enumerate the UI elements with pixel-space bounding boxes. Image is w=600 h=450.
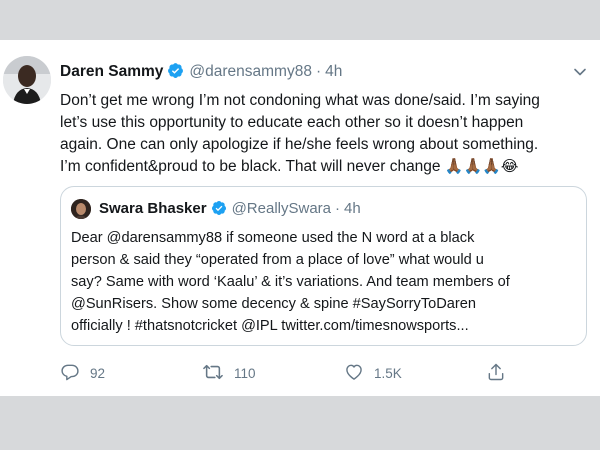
retweet-button[interactable]: 110 xyxy=(202,362,256,384)
like-icon xyxy=(344,362,374,385)
separator-dot: · xyxy=(335,200,341,217)
author-handle[interactable]: @darensammy88 xyxy=(189,63,312,80)
tweet-actions: 92 110 1.5K xyxy=(60,362,530,384)
author-avatar[interactable] xyxy=(3,56,51,104)
emoji-sequence: 🙏🏾🙏🏾🙏🏾😂 xyxy=(444,158,519,175)
quoted-text-line: Dear @darensammy88 if someone used the N… xyxy=(71,230,475,246)
quoted-tweet-header: Swara Bhasker @ReallySwara · 4h xyxy=(99,199,361,222)
retweet-icon xyxy=(202,362,234,385)
quoted-author-handle[interactable]: @ReallySwara xyxy=(232,200,331,217)
tweet-text-line-last: I’m confident&proud to be black. That wi… xyxy=(60,156,588,178)
tweet-text-line: again. One can only apologize if he/she … xyxy=(60,136,539,153)
quoted-tweet[interactable]: Swara Bhasker @ReallySwara · 4h Dear @daren… xyxy=(60,186,587,346)
tweet-text-line: let’s use this opportunity to educate ea… xyxy=(60,114,524,131)
tweet-timestamp[interactable]: 4h xyxy=(325,63,342,80)
tweet-text-line: I’m confident&proud to be black. That wi… xyxy=(60,158,445,175)
reply-icon xyxy=(60,362,90,385)
quoted-tweet-text: Dear @darensammy88 if someone used the N… xyxy=(71,227,579,337)
tweet-text-line: Don’t get me wrong I’m not condoning wha… xyxy=(60,92,540,109)
chevron-down-icon[interactable] xyxy=(572,64,588,80)
like-count: 1.5K xyxy=(374,365,402,381)
author-name[interactable]: Daren Sammy xyxy=(60,63,163,80)
quoted-tweet-timestamp[interactable]: 4h xyxy=(344,200,361,217)
reply-button[interactable]: 92 xyxy=(60,362,105,384)
quoted-text-line: person & said they “operated from a plac… xyxy=(71,252,484,268)
tweet-header: Daren Sammy @darensammy88 · 4h xyxy=(60,62,342,85)
retweet-count: 110 xyxy=(234,365,256,381)
quoted-author-name[interactable]: Swara Bhasker xyxy=(99,200,207,217)
quoted-author-avatar[interactable] xyxy=(71,199,91,219)
verified-badge-icon xyxy=(167,62,184,85)
like-button[interactable]: 1.5K xyxy=(344,362,402,384)
tweet-text: Don’t get me wrong I’m not condoning wha… xyxy=(60,90,588,178)
share-icon xyxy=(486,362,516,385)
tweet-card[interactable]: Daren Sammy @darensammy88 · 4h Don’t get me… xyxy=(0,40,600,396)
separator-dot: · xyxy=(315,63,322,80)
reply-count: 92 xyxy=(90,365,106,381)
verified-badge-icon xyxy=(211,200,227,222)
quoted-text-line: @SunRisers. Show some decency & spine #S… xyxy=(71,296,476,312)
quoted-text-line: officially ! #thatsnotcricket @IPL twitt… xyxy=(71,318,469,334)
quoted-text-line: say? Same with word ‘Kaalu’ & it’s varia… xyxy=(71,274,510,290)
share-button[interactable] xyxy=(486,362,516,384)
screenshot-frame: Daren Sammy @darensammy88 · 4h Don’t get me… xyxy=(0,0,600,450)
